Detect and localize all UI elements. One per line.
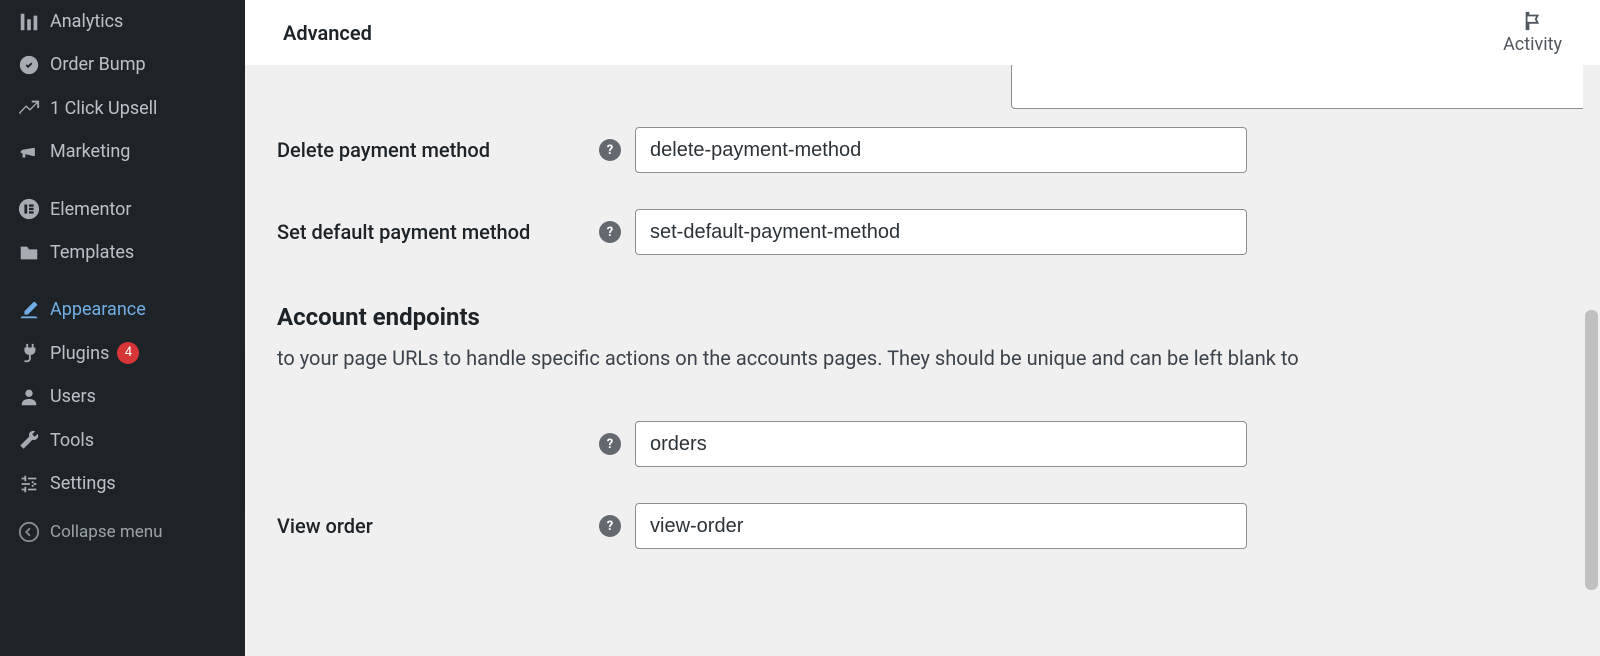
orders-input[interactable] xyxy=(635,421,1247,467)
field-label: Delete payment method xyxy=(277,138,599,162)
admin-sidebar: Analytics Order Bump 1 Click Upsell Mark… xyxy=(0,0,245,656)
sidebar-item-plugins[interactable]: Plugins 4 xyxy=(0,332,245,375)
view-order-input[interactable] xyxy=(635,503,1247,549)
help-icon[interactable]: ? xyxy=(599,433,621,455)
delete-payment-method-input[interactable] xyxy=(635,127,1247,173)
sidebar-item-marketing[interactable]: Marketing xyxy=(0,130,245,173)
settings-content: Delete payment method ? Set default paym… xyxy=(245,65,1600,656)
sidebar-item-collapse[interactable]: Collapse menu xyxy=(0,511,245,553)
sidebar-label: Appearance xyxy=(50,298,146,321)
sidebar-label: Analytics xyxy=(50,10,123,33)
sidebar-item-appearance[interactable]: Appearance xyxy=(0,288,245,331)
help-icon[interactable]: ? xyxy=(599,139,621,161)
sidebar-label: Settings xyxy=(50,472,116,495)
row-view-order: View order ? xyxy=(245,485,1600,567)
sidebar-item-users[interactable]: Users xyxy=(0,375,245,418)
row-delete-payment-method: Delete payment method ? xyxy=(245,109,1600,191)
activity-label: Activity xyxy=(1503,34,1562,55)
activity-button[interactable]: Activity xyxy=(1503,10,1562,55)
chart-bar-icon xyxy=(14,11,44,33)
sidebar-label: Users xyxy=(50,385,96,408)
elementor-icon xyxy=(14,198,44,220)
sidebar-label: Collapse menu xyxy=(50,521,163,543)
brush-icon xyxy=(14,299,44,321)
sidebar-label: Plugins xyxy=(50,342,109,365)
sidebar-item-settings[interactable]: Settings xyxy=(0,462,245,505)
sliders-icon xyxy=(14,473,44,495)
field-label: View order xyxy=(277,514,599,538)
sidebar-label: Tools xyxy=(50,429,94,452)
sidebar-item-upsell[interactable]: 1 Click Upsell xyxy=(0,87,245,130)
sidebar-item-tools[interactable]: Tools xyxy=(0,419,245,462)
sidebar-item-templates[interactable]: Templates xyxy=(0,231,245,274)
upsell-icon xyxy=(14,97,44,119)
prev-field-row xyxy=(245,71,1600,109)
tab-advanced[interactable]: Advanced xyxy=(283,21,372,45)
sidebar-item-analytics[interactable]: Analytics xyxy=(0,0,245,43)
sidebar-label: 1 Click Upsell xyxy=(50,97,157,120)
user-icon xyxy=(14,386,44,408)
previous-text-input-partial[interactable] xyxy=(1011,65,1600,109)
update-badge: 4 xyxy=(117,342,139,364)
section-heading-account-endpoints: Account endpoints xyxy=(245,273,1600,337)
sidebar-label: Marketing xyxy=(50,140,130,163)
sidebar-separator xyxy=(0,174,245,188)
set-default-payment-method-input[interactable] xyxy=(635,209,1247,255)
sidebar-label: Templates xyxy=(50,241,134,264)
check-circle-icon xyxy=(14,54,44,76)
help-icon[interactable]: ? xyxy=(599,515,621,537)
settings-header-bar: Advanced Activity xyxy=(245,0,1600,65)
sidebar-label: Order Bump xyxy=(50,53,146,76)
row-orders: ? xyxy=(245,395,1600,485)
collapse-icon xyxy=(14,521,44,543)
sidebar-item-order-bump[interactable]: Order Bump xyxy=(0,43,245,86)
sidebar-item-elementor[interactable]: Elementor xyxy=(0,188,245,231)
wrench-icon xyxy=(14,429,44,451)
vertical-scrollbar[interactable] xyxy=(1583,65,1600,656)
help-icon[interactable]: ? xyxy=(599,221,621,243)
megaphone-icon xyxy=(14,141,44,163)
scrollbar-thumb[interactable] xyxy=(1585,310,1598,590)
section-description: to your page URLs to handle specific act… xyxy=(245,337,1600,395)
field-label: Set default payment method xyxy=(277,220,599,244)
plug-icon xyxy=(14,342,44,364)
sidebar-separator xyxy=(0,274,245,288)
sidebar-label: Elementor xyxy=(50,198,132,221)
folder-icon xyxy=(14,242,44,264)
row-set-default-payment-method: Set default payment method ? xyxy=(245,191,1600,273)
flag-icon xyxy=(1522,10,1544,32)
